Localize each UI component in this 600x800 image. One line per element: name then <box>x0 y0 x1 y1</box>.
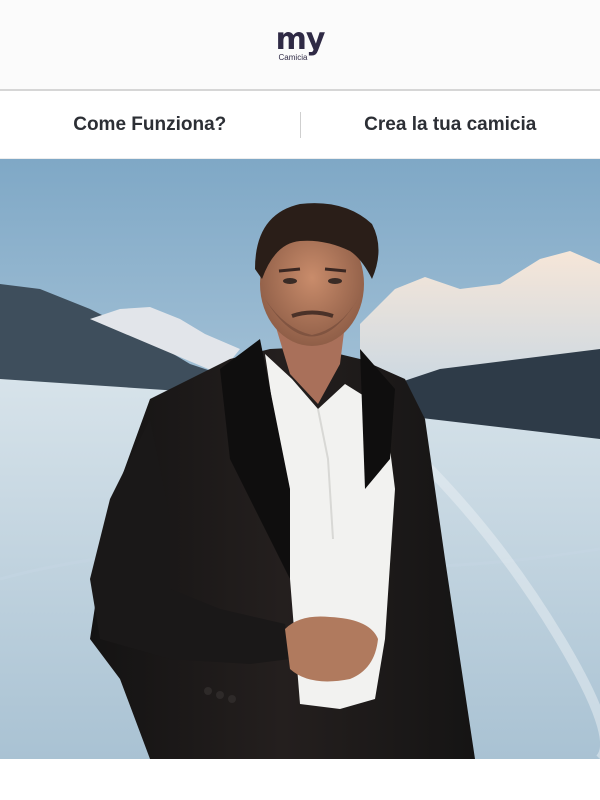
main-nav: Come Funziona? Crea la tua camicia <box>0 91 600 159</box>
nav-come-funziona[interactable]: Come Funziona? <box>0 114 300 136</box>
logo-text: my <box>275 21 326 57</box>
brand-logo[interactable]: my Camicia <box>275 21 326 62</box>
nav-crea-camicia[interactable]: Crea la tua camicia <box>301 114 600 136</box>
hero-image[interactable] <box>0 159 600 759</box>
logo-subtext: Camicia <box>278 52 308 62</box>
hero-illustration <box>0 159 600 759</box>
header: my Camicia <box>0 0 600 91</box>
